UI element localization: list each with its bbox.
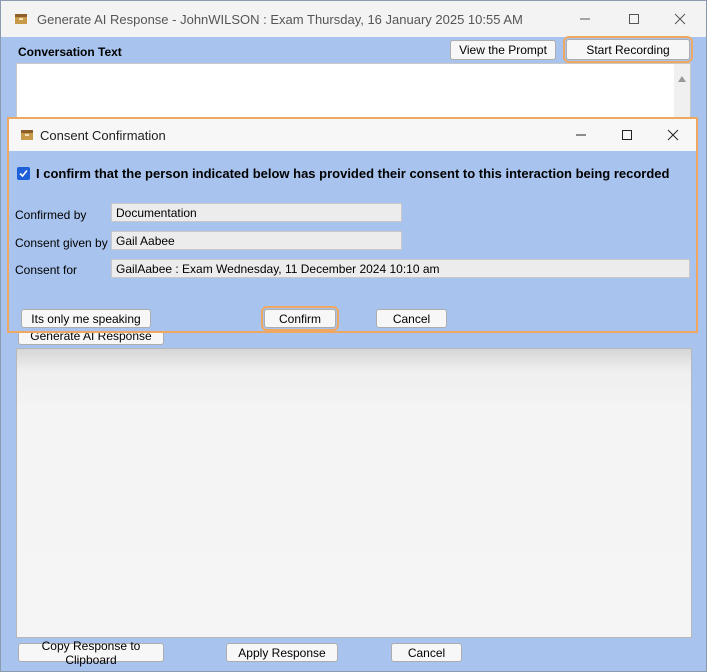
close-icon[interactable] xyxy=(661,123,685,147)
minimize-icon[interactable] xyxy=(573,7,597,31)
dialog-cancel-button[interactable]: Cancel xyxy=(376,309,447,328)
conversation-text-label: Conversation Text xyxy=(18,45,122,59)
consent-statement: I confirm that the person indicated belo… xyxy=(36,166,670,181)
view-prompt-button[interactable]: View the Prompt xyxy=(450,40,556,60)
only-me-speaking-button[interactable]: Its only me speaking xyxy=(21,309,151,328)
dialog-title-bar: Consent Confirmation xyxy=(9,119,696,151)
consent-given-by-field: Gail Aabee xyxy=(111,231,402,250)
conversation-scrollbar[interactable] xyxy=(674,64,690,120)
scroll-up-arrow-icon[interactable] xyxy=(678,69,686,87)
confirmed-by-field: Documentation xyxy=(111,203,402,222)
consent-for-label: Consent for xyxy=(15,263,78,277)
minimize-icon[interactable] xyxy=(569,123,593,147)
main-window-title: Generate AI Response - JohnWILSON : Exam… xyxy=(37,12,523,27)
main-cancel-button[interactable]: Cancel xyxy=(391,643,462,662)
close-icon[interactable] xyxy=(668,7,692,31)
app-box-icon xyxy=(14,12,28,26)
consent-given-by-label: Consent given by xyxy=(15,236,108,250)
response-textarea[interactable] xyxy=(16,348,692,638)
app-box-icon xyxy=(20,128,34,142)
consent-dialog: Consent Confirmation I confirm that the … xyxy=(7,117,698,333)
copy-response-button[interactable]: Copy Response to Clipboard xyxy=(18,639,164,667)
maximize-icon[interactable] xyxy=(622,7,646,31)
maximize-icon[interactable] xyxy=(615,123,639,147)
main-title-bar: Generate AI Response - JohnWILSON : Exam… xyxy=(1,1,706,37)
consent-for-field: GailAabee : Exam Wednesday, 11 December … xyxy=(111,259,690,278)
main-window: Generate AI Response - JohnWILSON : Exam… xyxy=(0,0,707,672)
dialog-title: Consent Confirmation xyxy=(40,128,166,143)
check-icon xyxy=(19,169,28,178)
start-recording-button[interactable]: Start Recording xyxy=(563,36,693,63)
conversation-textarea[interactable] xyxy=(16,63,691,121)
confirmed-by-label: Confirmed by xyxy=(15,208,87,222)
apply-response-button[interactable]: Apply Response xyxy=(226,643,338,662)
consent-checkbox[interactable] xyxy=(17,167,30,180)
confirm-button[interactable]: Confirm xyxy=(261,306,339,331)
